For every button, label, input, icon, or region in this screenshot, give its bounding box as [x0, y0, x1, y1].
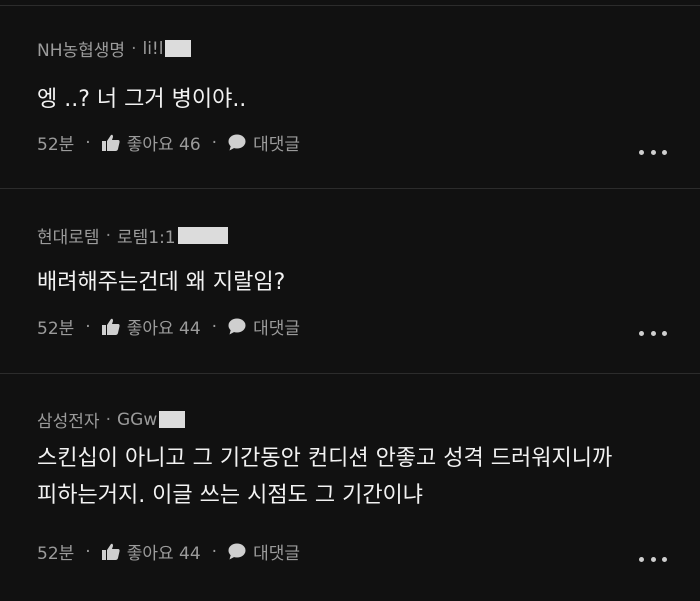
comment-actions: 52분 · 좋아요 46 · 대댓글 [37, 130, 300, 156]
like-label: 좋아요 44 [126, 319, 201, 339]
comment-meta: 현대로템 · 로템1:1 [37, 223, 228, 248]
action-separator: · [211, 132, 218, 153]
comment-time: 52분 [37, 544, 75, 564]
reply-button[interactable]: 대댓글 [228, 314, 300, 339]
reply-label: 대댓글 [253, 135, 300, 155]
reply-button[interactable]: 대댓글 [228, 130, 300, 155]
thumbs-up-icon [101, 318, 120, 335]
action-separator: · [85, 132, 91, 153]
reply-label: 대댓글 [253, 544, 300, 564]
reply-label: 대댓글 [253, 319, 300, 339]
comment-text-line: 배려해주는건데 왜 지랄임? [37, 270, 286, 295]
comment-meta: 삼성전자 · GGw [37, 407, 186, 432]
action-separator: · [211, 541, 218, 562]
more-options-icon[interactable] [639, 554, 667, 564]
speech-bubble-icon [228, 134, 246, 151]
meta-separator: · [105, 409, 111, 430]
speech-bubble-icon [228, 318, 246, 335]
comment-text-line: 스킨십이 아니고 그 기간동안 컨디션 안좋고 성격 드러워지니까 [37, 446, 613, 471]
meta-separator: · [105, 225, 111, 246]
comment-item: 삼성전자 · GGw 스킨십이 아니고 그 기간동안 컨디션 안좋고 성격 드러… [0, 373, 700, 601]
comment-actions: 52분 · 좋아요 44 · 대댓글 [37, 539, 300, 565]
comment-meta: NH농협생명 · li!l [37, 36, 192, 61]
more-options-icon[interactable] [639, 328, 667, 338]
author-id: 로템1:1 [116, 228, 176, 248]
like-label: 좋아요 46 [126, 135, 201, 155]
comment-item: NH농협생명 · li!l 엥 ..? 너 그거 병이야.. 52분 · 좋아요… [0, 5, 700, 188]
like-button[interactable]: 좋아요 44 [101, 314, 201, 339]
thumbs-up-icon [101, 543, 120, 560]
comment-time: 52분 [37, 135, 75, 155]
comment-text-line: 피하는거지. 이글 쓰는 시점도 그 기간이냐 [37, 483, 424, 508]
like-label: 좋아요 44 [126, 544, 201, 564]
reply-button[interactable]: 대댓글 [228, 539, 300, 564]
like-button[interactable]: 좋아요 44 [101, 539, 201, 564]
comment-text-line: 엥 ..? 너 그거 병이야.. [37, 87, 247, 112]
action-separator: · [211, 316, 218, 337]
author-id: li!l [142, 38, 164, 59]
more-options-icon[interactable] [639, 147, 667, 157]
redaction-mask [159, 411, 186, 428]
author-company: 삼성전자 [37, 412, 100, 432]
author-company: 현대로템 [37, 228, 100, 248]
redaction-mask [165, 40, 192, 57]
comment-text: 스킨십이 아니고 그 기간동안 컨디션 안좋고 성격 드러워지니까 피하는거지.… [37, 440, 612, 514]
action-separator: · [85, 541, 91, 562]
redaction-mask [177, 227, 228, 244]
meta-separator: · [131, 38, 137, 59]
like-button[interactable]: 좋아요 46 [101, 130, 201, 155]
comment-time: 52분 [37, 319, 75, 339]
author-id: GGw [116, 409, 158, 430]
comment-actions: 52분 · 좋아요 44 · 대댓글 [37, 314, 300, 340]
comment-text: 엥 ..? 너 그거 병이야.. [37, 81, 246, 118]
thumbs-up-icon [101, 134, 120, 151]
action-separator: · [85, 316, 91, 337]
comment-item: 현대로템 · 로템1:1 배려해주는건데 왜 지랄임? 52분 · 좋아요 44… [0, 188, 700, 373]
speech-bubble-icon [228, 543, 246, 560]
comment-text: 배려해주는건데 왜 지랄임? [37, 264, 285, 301]
author-company: NH농협생명 [37, 41, 126, 61]
